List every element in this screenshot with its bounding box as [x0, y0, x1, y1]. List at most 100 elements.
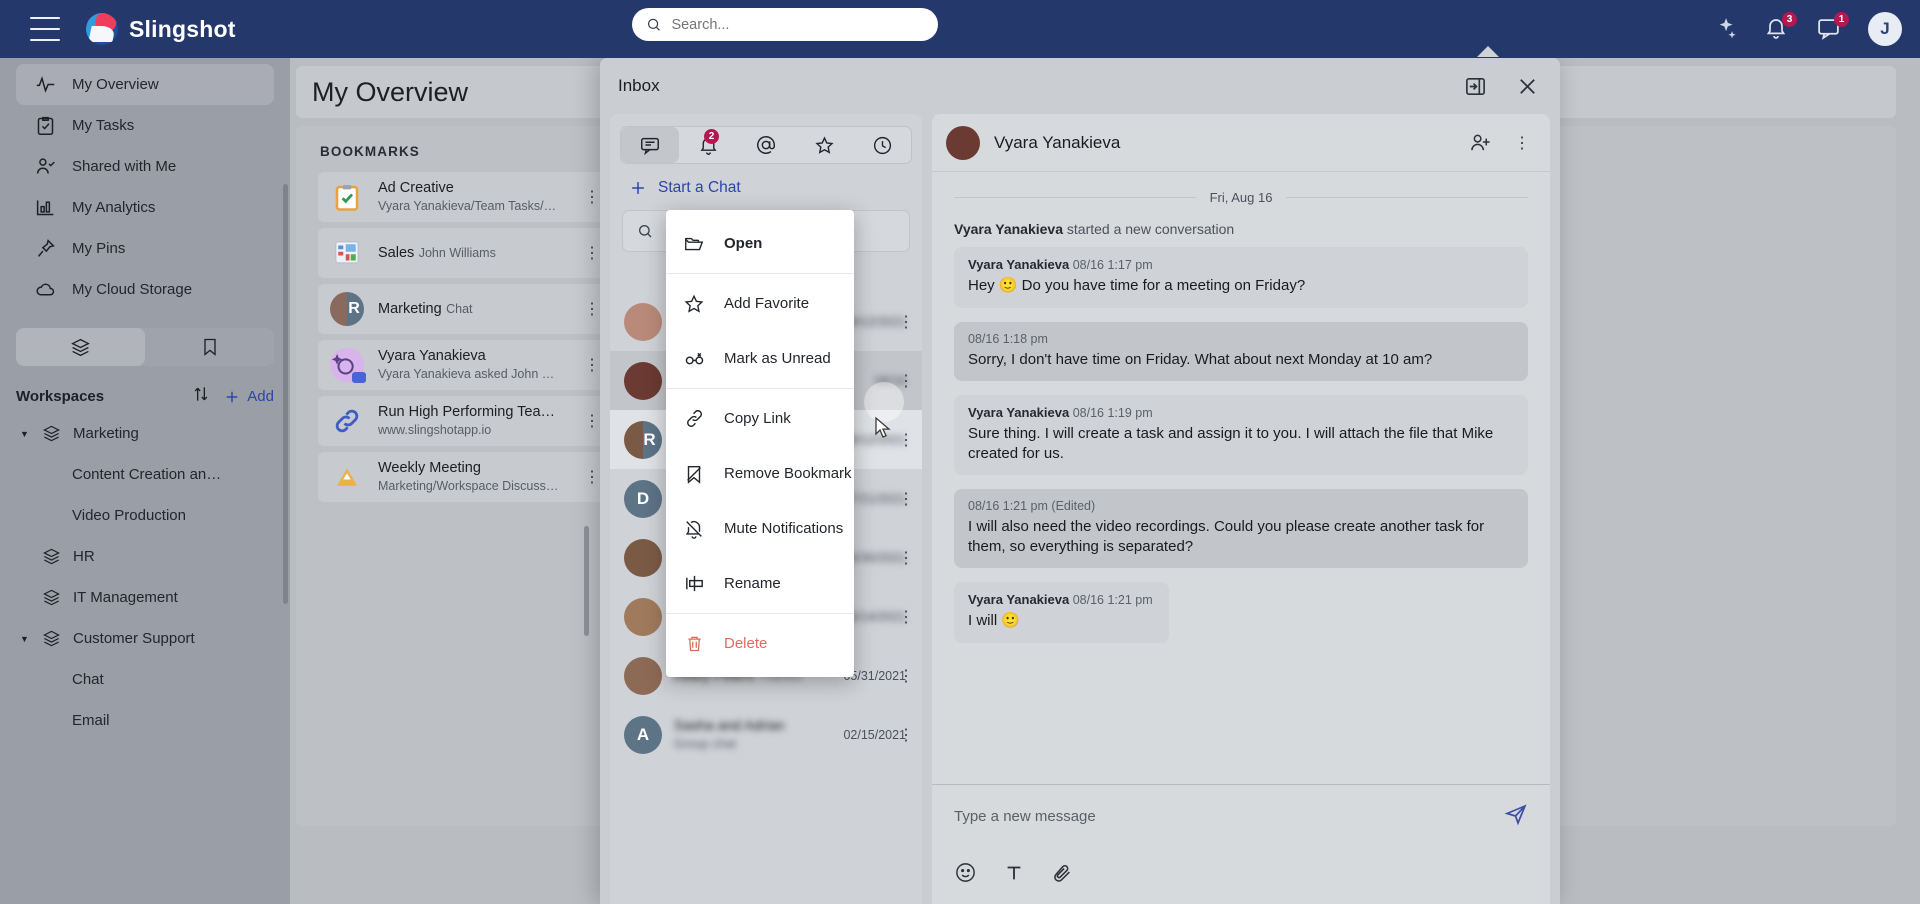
context-menu-item-rename[interactable]: Rename: [666, 556, 854, 611]
inbox-header: Inbox: [600, 58, 1560, 114]
workspace-customer-support[interactable]: ▼ Customer Support: [0, 618, 290, 659]
attachment-icon[interactable]: [1051, 862, 1073, 889]
workspace-child-content-creation[interactable]: Content Creation an…: [0, 454, 290, 495]
bookmark-row[interactable]: Vyara Yanakieva Vyara Yanakieva asked Jo…: [318, 340, 608, 390]
message-author: Vyara Yanakieva: [968, 257, 1070, 272]
expand-panel-icon[interactable]: [1460, 71, 1490, 101]
composer-placeholder[interactable]: Type a new message: [954, 808, 1492, 825]
more-vertical-icon[interactable]: ⋮: [898, 548, 914, 568]
sidebar-item-my-cloud-storage[interactable]: My Cloud Storage: [16, 269, 274, 310]
bookmark-name: Vyara Yanakieva: [378, 348, 486, 364]
more-vertical-icon[interactable]: ⋮: [584, 355, 600, 375]
bookmark-row[interactable]: R Marketing Chat ⋮: [318, 284, 608, 334]
sidebar-scrollbar[interactable]: [283, 184, 288, 604]
conversation-row[interactable]: A Sasha and Adrian Group chat 02/15/2021…: [610, 705, 922, 764]
workspace-hr[interactable]: HR: [0, 536, 290, 577]
close-icon[interactable]: [1512, 71, 1542, 101]
sidebar-label: My Cloud Storage: [72, 281, 193, 298]
message-author: Vyara Yanakieva: [968, 592, 1070, 607]
sidebar-item-shared-with-me[interactable]: Shared with Me: [16, 146, 274, 187]
messages-badge: 1: [1834, 12, 1849, 27]
chevron-down-icon[interactable]: ▼: [20, 429, 30, 439]
context-menu-item-remove-bookmark[interactable]: Remove Bookmark: [666, 446, 854, 501]
message-bubble: Vyara Yanakieva 08/16 1:17 pm Hey 🙂 Do y…: [954, 247, 1528, 308]
workspace-child-chat[interactable]: Chat: [0, 659, 290, 700]
search-input[interactable]: [671, 16, 924, 33]
more-vertical-icon[interactable]: ⋮: [898, 725, 914, 745]
bookmark-icon: [203, 338, 216, 356]
mouse-cursor: [872, 416, 894, 447]
workspace-child-video-production[interactable]: Video Production: [0, 495, 290, 536]
sidebar-item-my-overview[interactable]: My Overview: [16, 64, 274, 105]
bookmark-row[interactable]: Ad Creative Vyara Yanakieva/Team Tasks/……: [318, 172, 608, 222]
recent-tab[interactable]: [853, 127, 911, 163]
sort-icon[interactable]: [191, 384, 211, 409]
bookmark-sub: Marketing/Workspace Discuss…: [378, 479, 559, 493]
workspace-child-email[interactable]: Email: [0, 700, 290, 741]
divider: [666, 613, 854, 614]
main-scrollbar[interactable]: [584, 526, 589, 636]
bookmark-row[interactable]: Run High Performing Tea… www.slingshotap…: [318, 396, 608, 446]
sparkle-icon[interactable]: [1712, 16, 1738, 42]
menu-icon[interactable]: [30, 17, 60, 41]
more-vertical-icon[interactable]: ⋮: [584, 411, 600, 431]
avatar: A: [624, 715, 662, 754]
trash-icon: [682, 632, 706, 656]
context-menu-item-open[interactable]: Open: [666, 216, 854, 271]
send-icon[interactable]: [1504, 802, 1528, 831]
layers-icon: [43, 589, 60, 606]
composer-input-row[interactable]: Type a new message: [932, 785, 1550, 847]
context-menu-item-add-favorite[interactable]: Add Favorite: [666, 276, 854, 331]
workspace-it-management[interactable]: IT Management: [0, 577, 290, 618]
bell-icon[interactable]: 3: [1764, 12, 1797, 42]
text-format-icon[interactable]: [1003, 862, 1025, 889]
bookmark-row[interactable]: Weekly Meeting Marketing/Workspace Discu…: [318, 452, 608, 502]
more-vertical-icon[interactable]: ⋮: [584, 187, 600, 207]
more-vertical-icon[interactable]: ⋮: [898, 430, 914, 450]
context-menu-item-mark-as-unread[interactable]: Mark as Unread: [666, 331, 854, 386]
chevron-down-icon[interactable]: ▼: [20, 634, 30, 644]
chat-icon[interactable]: 1: [1816, 12, 1849, 42]
chats-tab[interactable]: [621, 127, 679, 163]
context-menu-item-copy-link[interactable]: Copy Link: [666, 391, 854, 446]
context-menu-item-delete[interactable]: Delete: [666, 616, 854, 671]
more-vertical-icon[interactable]: ⋮: [584, 467, 600, 487]
more-vertical-icon[interactable]: ⋮: [898, 371, 914, 391]
more-vertical-icon[interactable]: ⋮: [898, 312, 914, 332]
context-menu-item-mute-notifications[interactable]: Mute Notifications: [666, 501, 854, 556]
more-vertical-icon[interactable]: ⋮: [584, 243, 600, 263]
search-icon: [639, 224, 652, 238]
bookmark-name: Weekly Meeting: [378, 460, 481, 476]
presentation-icon: [330, 460, 364, 494]
workspace-marketing[interactable]: ▼ Marketing: [0, 413, 290, 454]
plus-icon: [227, 391, 238, 402]
context-menu-label: Remove Bookmark: [724, 465, 852, 482]
bookmarks-tab[interactable]: [145, 328, 274, 366]
global-search[interactable]: [632, 8, 938, 41]
emoji-icon[interactable]: [954, 861, 977, 889]
day-separator: Fri, Aug 16: [954, 190, 1528, 205]
start-chat-button[interactable]: Start a Chat: [628, 178, 922, 198]
bar-chart-icon: [34, 197, 56, 219]
more-vertical-icon[interactable]: ⋮: [898, 666, 914, 686]
user-avatar[interactable]: J: [1868, 12, 1902, 46]
favorites-tab[interactable]: [795, 127, 853, 163]
sidebar-item-my-pins[interactable]: My Pins: [16, 228, 274, 269]
more-vertical-icon[interactable]: ⋮: [898, 607, 914, 627]
layers-icon: [43, 630, 60, 647]
message-time: 08/16 1:17 pm: [1072, 258, 1153, 272]
notifications-tab[interactable]: 2: [679, 127, 737, 163]
plus-icon: [632, 182, 644, 194]
add-workspace-button[interactable]: Add: [223, 388, 274, 406]
more-vertical-icon[interactable]: ⋮: [584, 299, 600, 319]
context-menu-label: Add Favorite: [724, 295, 810, 312]
bookmark-name: Ad Creative: [378, 180, 454, 196]
mentions-tab[interactable]: [737, 127, 795, 163]
add-person-icon[interactable]: [1466, 129, 1494, 157]
bookmark-row[interactable]: Sales John Williams ⋮: [318, 228, 608, 278]
more-vertical-icon[interactable]: ⋮: [1508, 129, 1536, 157]
sidebar-item-my-analytics[interactable]: My Analytics: [16, 187, 274, 228]
more-vertical-icon[interactable]: ⋮: [898, 489, 914, 509]
workspaces-tab[interactable]: [16, 328, 145, 366]
sidebar-item-my-tasks[interactable]: My Tasks: [16, 105, 274, 146]
